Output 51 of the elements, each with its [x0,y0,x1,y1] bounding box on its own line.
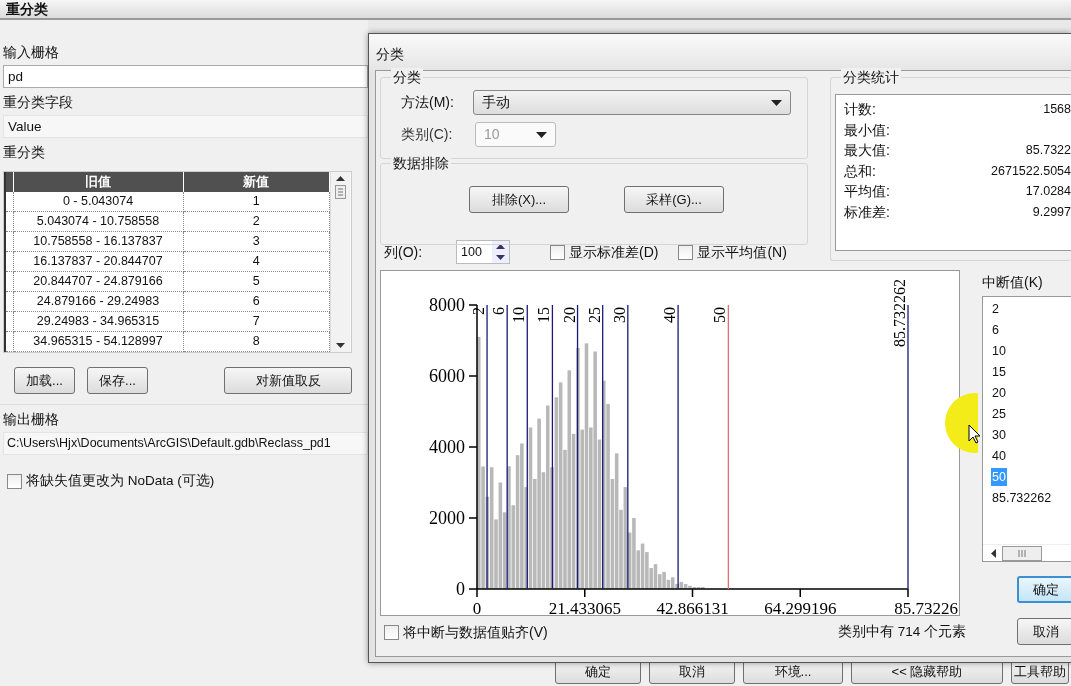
break-label: 85.732262 [891,279,908,347]
axis-tick-label: 0 [472,599,482,617]
field-label: 输出栅格 [3,410,59,429]
stat-label: 最小值: [844,120,890,140]
axis-tick-label: 21.433065 [548,599,621,617]
checkbox-label: 显示标准差(D) [569,242,659,262]
checkbox-label: 将中断与数据值贴齐(V) [403,623,548,642]
break-label: 40 [661,307,679,323]
group-label: 数据排除 [391,154,451,172]
axis-tick-label: 0 [456,579,465,599]
checkbox-label: 显示平均值(N) [697,242,787,262]
status-text: 类别中有 714 个元素 [837,623,966,642]
field-label: 重分类字段 [3,93,73,112]
checkbox-label: 将缺失值更改为 NoData (可选) [26,472,215,490]
axis-tick-label: 4000 [429,437,465,457]
field-label: 类别(C): [401,125,454,144]
stat-value: 1568 [1043,101,1071,118]
field-label: 中断值(K) [982,273,1044,292]
stat-label: 标准差: [844,202,890,222]
stat-value: 17.0284 [1025,183,1071,200]
break-label: 50 [711,307,729,323]
group-label: 分类 [391,68,423,86]
field-label: 列(O): [384,242,424,262]
field-label: 重分类 [3,143,45,162]
break-label: 15 [535,307,553,323]
axis-tick-label: 8000 [429,295,465,315]
break-label: 2 [470,307,488,315]
column-header: 旧值 [13,172,183,192]
field-label: 方法(M): [401,93,455,112]
break-label: 20 [560,307,578,323]
break-label: 10 [510,307,528,323]
axis-tick-label: 6000 [429,366,465,386]
dialog-title: 分类 [376,46,404,62]
column-header: 新值 [183,172,330,192]
stat-value: 9.2997 [1032,203,1071,221]
axis-tick-label: 42.866131 [656,599,729,617]
stat-label: 总和: [844,161,876,181]
stat-value: 85.7322 [1025,142,1071,159]
break-label: 30 [610,307,628,323]
axis-tick-label: 64.299196 [764,599,837,617]
break-label: 6 [490,307,508,315]
stat-label: 计数: [844,100,876,119]
group-label: 分类统计 [841,68,901,86]
axis-tick-label: 85.73226 [894,599,958,617]
field-label: 输入栅格 [3,43,59,62]
stat-label: 平均值: [844,182,890,201]
break-label: 25 [585,307,603,323]
stat-label: 最大值: [844,141,890,160]
stat-value: 2671522.5054 [991,162,1071,180]
axis-tick-label: 2000 [429,508,465,528]
window-title: 重分类 [6,1,48,17]
